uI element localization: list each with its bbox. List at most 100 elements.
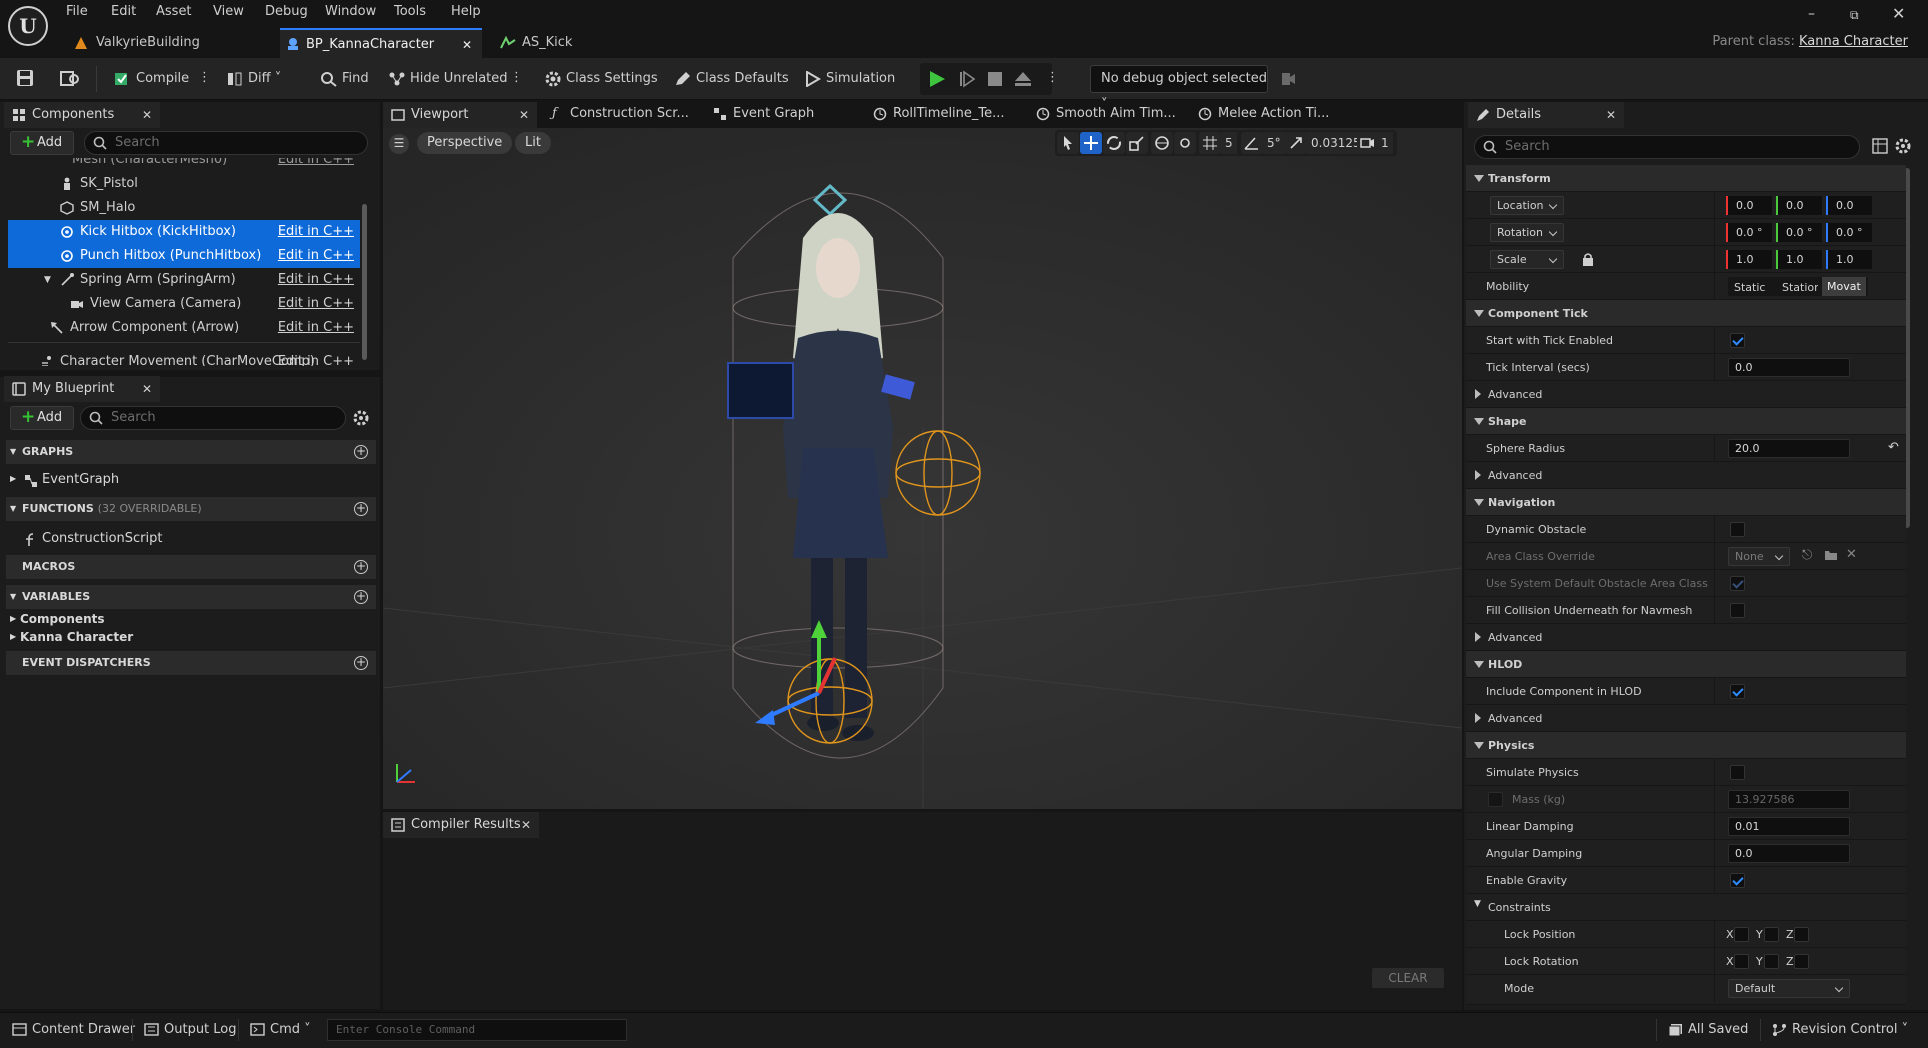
play-options-icon[interactable]: ⋮ bbox=[1046, 70, 1059, 85]
menu-debug[interactable]: Debug bbox=[265, 4, 308, 19]
cmd-button[interactable]: Cmd ˅ bbox=[248, 1022, 311, 1037]
navigation-category[interactable]: Navigation bbox=[1466, 489, 1906, 516]
edit-in-cpp-link[interactable]: Edit in C++ bbox=[278, 268, 354, 292]
simulation-button[interactable]: Simulation bbox=[802, 66, 895, 92]
details-tab[interactable]: Details ✕ bbox=[1468, 102, 1624, 128]
rotate-tool-icon[interactable] bbox=[1103, 132, 1125, 154]
minimize-icon[interactable]: – bbox=[1808, 6, 1815, 22]
scale-snap-value[interactable]: 0.03125 bbox=[1307, 132, 1365, 154]
class-defaults-button[interactable]: Class Defaults bbox=[672, 66, 789, 92]
lock-rotation-x-checkbox[interactable] bbox=[1734, 954, 1749, 969]
component-row-view-camera[interactable]: View Camera (Camera) Edit in C++ bbox=[8, 292, 360, 316]
macros-section[interactable]: MACROS + bbox=[6, 555, 376, 579]
close-panel-icon[interactable]: ✕ bbox=[142, 376, 152, 402]
tick-interval-field[interactable]: 0.0 bbox=[1728, 358, 1850, 377]
mobility-static[interactable]: Static bbox=[1734, 281, 1765, 294]
components-scrollbar[interactable] bbox=[362, 204, 367, 360]
graphs-section[interactable]: ▼ GRAPHS + bbox=[6, 440, 376, 464]
select-tool-icon[interactable] bbox=[1057, 132, 1079, 154]
variable-category-components[interactable]: ▶ Components bbox=[10, 612, 105, 630]
functions-section[interactable]: ▼ FUNCTIONS (32 OVERRIDABLE) + bbox=[6, 497, 376, 521]
lock-rotation-y-checkbox[interactable] bbox=[1764, 954, 1779, 969]
clear-button[interactable]: CLEAR bbox=[1372, 968, 1444, 988]
close-tab-icon[interactable]: ✕ bbox=[519, 102, 529, 128]
menu-edit[interactable]: Edit bbox=[111, 4, 136, 19]
scale-dropdown[interactable]: Scale bbox=[1490, 250, 1564, 269]
my-blueprint-tab[interactable]: My Blueprint ✕ bbox=[4, 376, 160, 402]
component-row-sm-halo[interactable]: SM_Halo bbox=[8, 196, 360, 220]
add-macro-icon[interactable]: + bbox=[354, 560, 368, 574]
use-selected-icon[interactable]: ⎋ bbox=[1802, 548, 1812, 563]
save-icon[interactable] bbox=[16, 69, 34, 87]
location-y-field[interactable]: 0.0 bbox=[1776, 196, 1822, 215]
lit-button[interactable]: Lit bbox=[515, 132, 551, 154]
rotation-z-field[interactable]: 0.0 ° bbox=[1826, 223, 1872, 242]
all-saved-button[interactable]: All Saved bbox=[1666, 1022, 1748, 1037]
component-row-kick-hitbox[interactable]: Kick Hitbox (KickHitbox) Edit in C++ bbox=[8, 220, 360, 244]
add-component-button[interactable]: Add bbox=[10, 131, 74, 155]
chevron-down-icon[interactable]: ▼ bbox=[44, 268, 51, 292]
component-row-arrow[interactable]: Arrow Component (Arrow) Edit in C++ bbox=[8, 316, 360, 340]
menu-view[interactable]: View bbox=[213, 4, 244, 19]
rotation-dropdown[interactable]: Rotation bbox=[1490, 223, 1564, 242]
lock-icon[interactable] bbox=[1582, 252, 1594, 266]
chevron-right-icon[interactable]: ▶ bbox=[10, 474, 16, 483]
edit-in-cpp-link[interactable]: Edit in C++ bbox=[278, 350, 354, 366]
grid-snap-value[interactable]: 5 bbox=[1221, 132, 1237, 154]
menu-asset[interactable]: Asset bbox=[156, 4, 192, 19]
mode-dropdown[interactable]: Default bbox=[1728, 979, 1850, 998]
perspective-button[interactable]: Perspective bbox=[417, 132, 513, 154]
component-row-sk-pistol[interactable]: SK_Pistol bbox=[8, 172, 360, 196]
tick-advanced-row[interactable]: Advanced bbox=[1466, 381, 1906, 408]
revision-control-button[interactable]: Revision Control ˅ bbox=[1770, 1022, 1908, 1037]
scale-snap-icon[interactable] bbox=[1285, 132, 1307, 154]
hide-unrelated-button[interactable]: Hide Unrelated bbox=[386, 66, 508, 92]
add-blueprint-member-button[interactable]: Add bbox=[10, 406, 74, 430]
add-dispatcher-icon[interactable]: + bbox=[354, 656, 368, 670]
debug-filter-icon[interactable] bbox=[1280, 71, 1296, 87]
linear-damping-field[interactable]: 0.01 bbox=[1728, 817, 1850, 836]
event-graph-item[interactable]: ▶ EventGraph bbox=[10, 472, 119, 490]
chevron-right-icon[interactable]: ▶ bbox=[10, 632, 16, 641]
fill-collision-checkbox[interactable] bbox=[1730, 603, 1745, 618]
menu-tools[interactable]: Tools bbox=[394, 4, 426, 19]
doc-tab-bp-kanna-character[interactable]: BP_KannaCharacter ✕ bbox=[280, 28, 482, 58]
rotation-snap-value[interactable]: 5° bbox=[1263, 132, 1285, 154]
tab-compiler-results[interactable]: Compiler Results ✕ bbox=[383, 812, 539, 838]
angular-damping-field[interactable]: 0.0 bbox=[1728, 844, 1850, 863]
mobility-stationary[interactable]: Station bbox=[1782, 281, 1818, 294]
class-settings-button[interactable]: Class Settings bbox=[542, 66, 658, 92]
shape-category[interactable]: Shape bbox=[1466, 408, 1906, 435]
tab-smooth-aim-timeline[interactable]: Smooth Aim Tim... bbox=[1034, 106, 1176, 121]
step-icon[interactable] bbox=[958, 70, 976, 88]
tab-event-graph[interactable]: Event Graph bbox=[711, 106, 814, 121]
mobility-movable[interactable]: Movat bbox=[1822, 277, 1866, 296]
camera-speed-icon[interactable] bbox=[1357, 132, 1379, 154]
surface-snap-icon[interactable] bbox=[1174, 132, 1196, 154]
edit-in-cpp-link[interactable]: Edit in C++ bbox=[278, 244, 354, 268]
doc-tab-as-kick[interactable]: AS_Kick bbox=[496, 28, 626, 58]
use-system-default-checkbox[interactable] bbox=[1730, 576, 1745, 591]
content-drawer-button[interactable]: Content Drawer bbox=[10, 1022, 135, 1037]
output-log-button[interactable]: Output Log bbox=[142, 1022, 237, 1037]
variable-category-kanna-character[interactable]: ▶ Kanna Character bbox=[10, 630, 133, 648]
add-function-icon[interactable]: + bbox=[354, 502, 368, 516]
rotation-snap-icon[interactable] bbox=[1241, 132, 1263, 154]
close-tab-icon[interactable]: ✕ bbox=[462, 30, 472, 60]
component-row-spring-arm[interactable]: ▼ Spring Arm (SpringArm) Edit in C++ bbox=[8, 268, 360, 292]
enable-gravity-checkbox[interactable] bbox=[1730, 873, 1745, 888]
scale-tool-icon[interactable] bbox=[1126, 132, 1148, 154]
clear-icon[interactable]: ✕ bbox=[1846, 547, 1857, 562]
lock-position-z-checkbox[interactable] bbox=[1794, 927, 1809, 942]
tab-roll-timeline[interactable]: RollTimeline_Te... bbox=[871, 106, 1005, 121]
world-local-icon[interactable] bbox=[1151, 132, 1173, 154]
event-dispatchers-section[interactable]: EVENT DISPATCHERS + bbox=[6, 651, 376, 675]
stop-icon[interactable] bbox=[986, 70, 1004, 88]
hlod-advanced-row[interactable]: Advanced bbox=[1466, 705, 1906, 732]
component-row-character-movement[interactable]: Character Movement (CharMoveComp) Edit i… bbox=[8, 350, 360, 366]
parent-class-link[interactable]: Kanna Character bbox=[1799, 34, 1908, 49]
include-in-hlod-checkbox[interactable] bbox=[1730, 684, 1745, 699]
settings-gear-icon[interactable] bbox=[1894, 137, 1912, 155]
reset-icon[interactable]: ↶ bbox=[1888, 440, 1899, 455]
hlod-category[interactable]: HLOD bbox=[1466, 651, 1906, 678]
